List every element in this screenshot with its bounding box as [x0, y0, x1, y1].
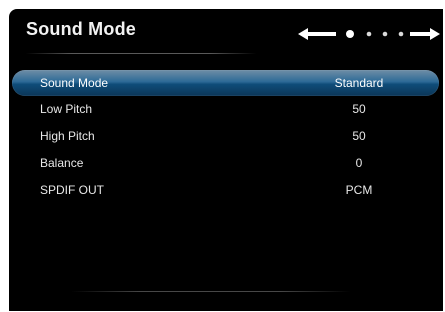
sound-mode-panel: Sound Mode Sound Mode Standard Low Pitch… — [9, 9, 443, 311]
menu-item-label: Sound Mode — [40, 76, 109, 90]
menu-item-value: Standard — [334, 76, 384, 90]
menu-item-value: 50 — [352, 129, 366, 143]
page-dot-3[interactable] — [382, 31, 388, 37]
menu-item-label: Balance — [40, 156, 84, 170]
page-dot-4[interactable] — [398, 31, 404, 37]
page-title: Sound Mode — [26, 19, 136, 39]
bottom-divider — [71, 291, 351, 292]
menu-item-low-pitch[interactable]: Low Pitch 50 — [9, 97, 443, 121]
menu-item-balance[interactable]: Balance 0 — [9, 151, 443, 175]
menu-item-spdif-out[interactable]: SPDIF OUT PCM — [9, 178, 443, 202]
page-dot-2[interactable] — [366, 31, 372, 37]
menu-item-value: PCM — [345, 183, 373, 197]
menu-item-value: 0 — [355, 156, 363, 170]
page-navigator[interactable] — [296, 24, 442, 44]
menu-item-label: Low Pitch — [40, 102, 93, 116]
arrow-right-icon[interactable] — [410, 28, 440, 40]
screen: Sound Mode Sound Mode Standard Low Pitch… — [0, 0, 445, 312]
menu-item-label: SPDIF OUT — [40, 183, 105, 197]
menu-item-high-pitch[interactable]: High Pitch 50 — [9, 124, 443, 148]
menu-item-label: High Pitch — [40, 129, 95, 143]
menu-item-value: 50 — [352, 102, 366, 116]
menu-item-sound-mode[interactable]: Sound Mode Standard — [12, 70, 439, 96]
page-dot-1[interactable] — [346, 30, 354, 38]
settings-list: Sound Mode Standard Low Pitch 50 High Pi… — [9, 70, 443, 202]
title-divider — [25, 53, 257, 54]
arrow-left-icon[interactable] — [298, 28, 336, 40]
